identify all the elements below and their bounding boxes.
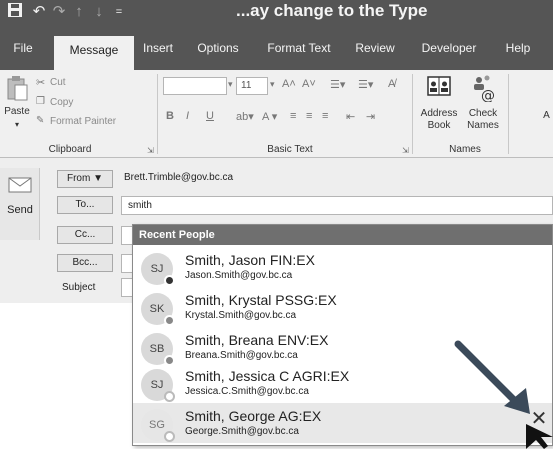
names-group-label: Names bbox=[449, 144, 481, 155]
clipboard-group-label: Clipboard bbox=[48, 144, 92, 155]
font-name-box[interactable] bbox=[163, 77, 227, 95]
check-names-button[interactable]: @ Check Names bbox=[462, 74, 504, 140]
person-email: Jessica.C.Smith@gov.bc.ca bbox=[185, 386, 309, 397]
basic-text-launcher-icon[interactable]: ⇲ bbox=[402, 146, 409, 155]
group-divider bbox=[508, 74, 509, 154]
check-names-icon: @ bbox=[470, 74, 496, 107]
person-name: Smith, Breana ENV:EX bbox=[185, 332, 329, 348]
list-item[interactable]: SJ Smith, Jason FIN:EX Jason.Smith@gov.b… bbox=[133, 247, 552, 287]
shrink-font-icon[interactable]: A˅ bbox=[302, 78, 316, 90]
group-divider bbox=[412, 74, 413, 154]
subject-label: Subject bbox=[62, 282, 96, 293]
recent-people-header: Recent People bbox=[133, 225, 552, 245]
remove-suggestion-button[interactable]: ✕ bbox=[529, 409, 549, 429]
tab-review[interactable]: Review bbox=[350, 34, 400, 62]
font-name-dropdown-icon[interactable]: ▾ bbox=[228, 79, 233, 90]
from-value: Brett.Trimble@gov.bc.ca bbox=[124, 172, 234, 183]
list-item[interactable]: SJ Smith, Jessica C AGRI:EX Jessica.C.Sm… bbox=[133, 363, 552, 403]
format-painter-button[interactable]: Format Painter bbox=[50, 116, 116, 127]
ribbon-tabs: File Message Insert Options Format Text … bbox=[0, 24, 553, 70]
font-size-box[interactable]: 11 bbox=[236, 77, 268, 95]
increase-indent-icon[interactable]: ⇥ bbox=[366, 110, 375, 123]
from-button[interactable]: From ▼ bbox=[57, 170, 113, 188]
presence-indicator bbox=[164, 431, 175, 442]
tab-file[interactable]: File bbox=[8, 34, 38, 62]
copy-icon: ❐ bbox=[36, 96, 45, 107]
align-left-icon[interactable]: ≡ bbox=[290, 110, 296, 122]
bcc-button[interactable]: Bcc... bbox=[57, 254, 113, 272]
format-painter-icon: ✎ bbox=[36, 115, 45, 126]
decrease-indent-icon[interactable]: ⇤ bbox=[346, 110, 355, 123]
tab-developer[interactable]: Developer bbox=[414, 34, 484, 62]
bold-icon[interactable]: B bbox=[166, 110, 174, 122]
up-arrow-icon[interactable]: ↑ bbox=[70, 2, 88, 22]
person-email: George.Smith@gov.bc.ca bbox=[185, 426, 299, 437]
redo-icon[interactable]: ↷ bbox=[50, 2, 68, 22]
paste-icon bbox=[6, 76, 28, 107]
tab-insert[interactable]: Insert bbox=[138, 34, 178, 62]
list-item[interactable]: SB Smith, Breana ENV:EX Breana.Smith@gov… bbox=[133, 327, 552, 367]
person-email: Breana.Smith@gov.bc.ca bbox=[185, 350, 298, 361]
person-name: Smith, Jessica C AGRI:EX bbox=[185, 368, 350, 384]
autocomplete-dropdown: Recent People SJ Smith, Jason FIN:EX Jas… bbox=[132, 224, 553, 446]
cut-button[interactable]: Cut bbox=[50, 77, 66, 88]
clipboard-launcher-icon[interactable]: ⇲ bbox=[147, 146, 154, 155]
grow-font-icon[interactable]: A˄ bbox=[282, 78, 296, 90]
font-size-dropdown-icon[interactable]: ▾ bbox=[270, 79, 275, 90]
address-book-button[interactable]: Address Book bbox=[418, 74, 460, 140]
underline-icon[interactable]: U bbox=[206, 110, 214, 122]
address-book-icon bbox=[427, 74, 451, 103]
group-divider bbox=[157, 74, 158, 154]
copy-button[interactable]: Copy bbox=[50, 97, 73, 108]
list-item[interactable]: SG Smith, George AG:EX George.Smith@gov.… bbox=[133, 403, 552, 443]
send-label: Send bbox=[7, 204, 33, 216]
send-button[interactable]: Send bbox=[0, 168, 40, 240]
svg-text:@: @ bbox=[481, 88, 495, 102]
save-icon[interactable] bbox=[6, 2, 24, 22]
to-input[interactable]: smith bbox=[121, 196, 553, 215]
cut-icon: ✂ bbox=[36, 77, 46, 89]
window-caption: ...ay change to the Type bbox=[236, 1, 428, 20]
presence-indicator bbox=[164, 275, 175, 286]
list-item[interactable]: SK Smith, Krystal PSSG:EX Krystal.Smith@… bbox=[133, 287, 552, 327]
person-email: Krystal.Smith@gov.bc.ca bbox=[185, 310, 297, 321]
presence-indicator bbox=[164, 315, 175, 326]
undo-icon[interactable]: ↶ bbox=[30, 2, 48, 22]
customize-toolbar-icon[interactable]: = bbox=[110, 2, 128, 22]
tab-message[interactable]: Message bbox=[54, 36, 134, 70]
font-color-icon[interactable]: A ▾ bbox=[262, 110, 277, 123]
basic-text-group-label: Basic Text bbox=[267, 144, 313, 155]
person-email: Jason.Smith@gov.bc.ca bbox=[185, 270, 293, 281]
person-name: Smith, Jason FIN:EX bbox=[185, 252, 315, 268]
person-name: Smith, George AG:EX bbox=[185, 408, 322, 424]
tab-help[interactable]: Help bbox=[496, 34, 540, 62]
align-right-icon[interactable]: ≡ bbox=[322, 110, 328, 122]
highlight-icon[interactable]: ab▾ bbox=[236, 110, 254, 123]
italic-icon[interactable]: I bbox=[186, 110, 189, 122]
to-button[interactable]: To... bbox=[57, 196, 113, 214]
paste-dropdown-icon: ▾ bbox=[14, 120, 19, 129]
next-group-label: A bbox=[543, 110, 550, 121]
paste-button[interactable]: Paste ▾ bbox=[2, 76, 32, 136]
cc-button[interactable]: Cc... bbox=[57, 226, 113, 244]
paste-label: Paste bbox=[4, 106, 30, 117]
numbering-icon[interactable]: ☰▾ bbox=[358, 78, 373, 91]
send-icon bbox=[8, 176, 32, 199]
down-arrow-icon[interactable]: ↓ bbox=[90, 2, 108, 22]
align-center-icon[interactable]: ≡ bbox=[306, 110, 312, 122]
tab-options[interactable]: Options bbox=[190, 34, 246, 62]
address-book-label: Address Book bbox=[420, 108, 458, 131]
tab-format-text[interactable]: Format Text bbox=[260, 34, 338, 62]
check-names-label: Check Names bbox=[467, 108, 499, 131]
bullets-icon[interactable]: ☰▾ bbox=[330, 78, 345, 91]
clear-formatting-icon[interactable]: A̸ bbox=[388, 78, 395, 90]
presence-indicator bbox=[164, 391, 175, 402]
quick-access-toolbar: ↶ ↷ ↑ ↓ = ...ay change to the Type bbox=[0, 0, 553, 24]
ribbon: Paste ▾ ✂ Cut ❐ Copy ✎ Format Painter Cl… bbox=[0, 70, 553, 158]
person-name: Smith, Krystal PSSG:EX bbox=[185, 292, 337, 308]
